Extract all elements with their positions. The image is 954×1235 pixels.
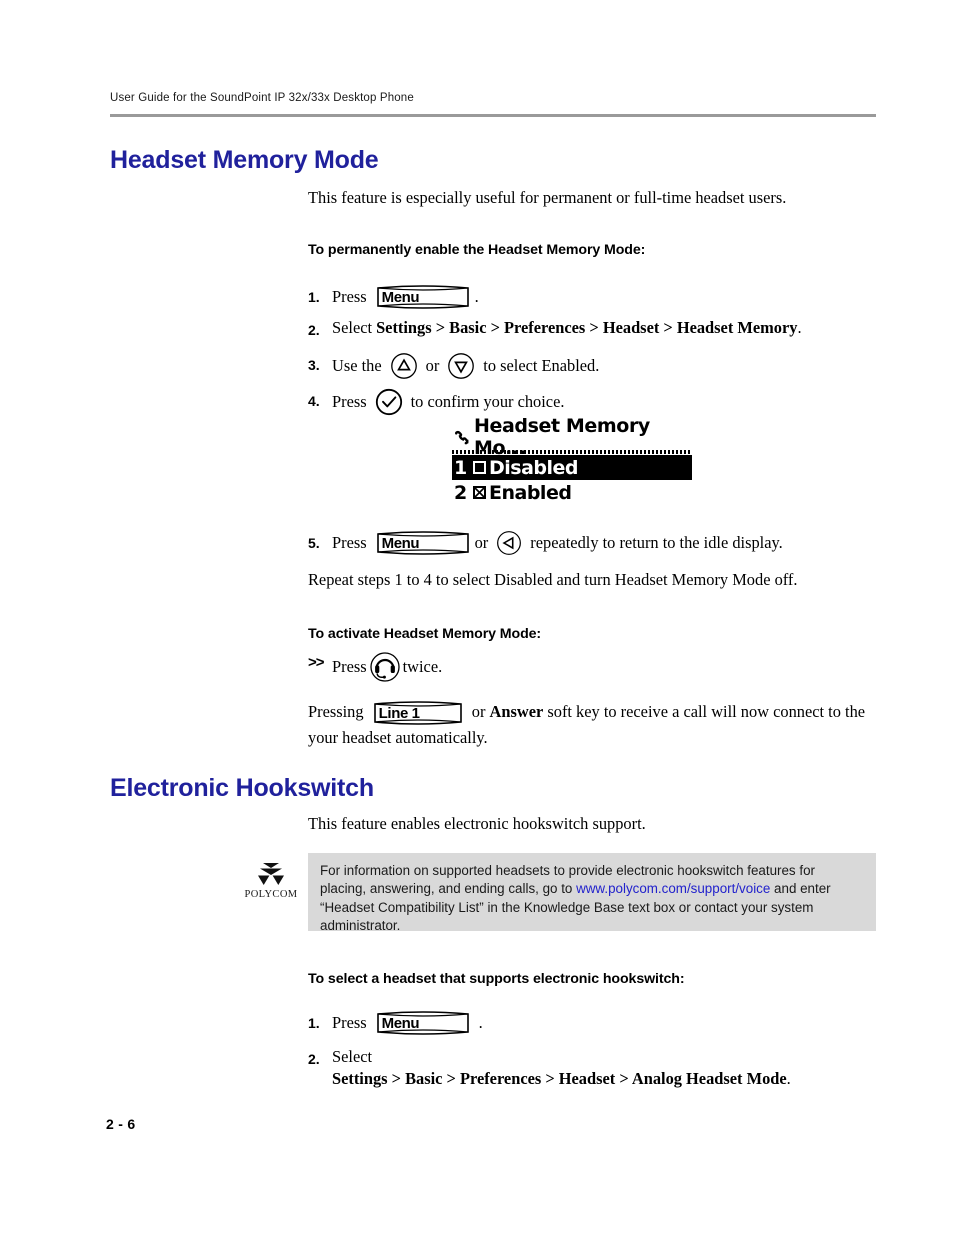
step-item: 4. Press to confirm your choice.	[308, 388, 888, 416]
note-box-text: For information on supported headsets to…	[308, 853, 876, 933]
line1-key-label: Line 1	[378, 705, 420, 723]
check-key-icon[interactable]	[375, 388, 403, 416]
step-text: Press	[332, 1013, 367, 1032]
step-item: 3. Use the or to select Enabled.	[308, 352, 888, 380]
menu-hard-key[interactable]: Menu	[375, 530, 471, 556]
phone-lcd-screenshot: Headset Memory Mo... 1 Disabled 2 Enable…	[452, 415, 692, 506]
step-number: 5.	[308, 535, 320, 551]
step-item: 2. Select Settings > Basic > Preferences…	[308, 1046, 828, 1090]
step-conjunction: or	[425, 356, 440, 375]
step-text-end: to confirm your choice.	[410, 392, 565, 411]
pressing-note-conjunction: or	[471, 702, 486, 721]
lcd-checked-box-icon	[469, 485, 489, 500]
menu-hard-key[interactable]: Menu	[375, 284, 471, 310]
step-item: 2. Select Settings > Basic > Preferences…	[308, 317, 888, 341]
section-title-headset-memory-mode: Headset Memory Mode	[110, 146, 379, 174]
step-text: Press	[332, 657, 367, 676]
step-text: Press	[332, 533, 367, 552]
page-number: 2 - 6	[106, 1116, 136, 1132]
menu-key-label: Menu	[381, 289, 420, 306]
step-number: 1.	[308, 1015, 320, 1031]
line1-hard-key[interactable]: Line 1	[372, 700, 464, 726]
subheading-permanently-enable: To permanently enable the Headset Memory…	[308, 242, 646, 258]
lcd-option-label: Disabled	[489, 456, 579, 479]
pressing-note-pre: Pressing	[308, 702, 364, 721]
step-number: 2.	[308, 322, 320, 338]
subheading-activate-headset-memory-mode: To activate Headset Memory Mode:	[308, 626, 542, 642]
step-text: Select	[332, 1047, 373, 1066]
menu-key-label: Menu	[381, 535, 420, 552]
headset-key-icon[interactable]	[369, 651, 401, 683]
step-text-end: .	[797, 318, 802, 337]
step-text: Select	[332, 318, 373, 337]
step-text-end: .	[478, 1013, 483, 1032]
step-item: 1. Press Menu .	[308, 284, 888, 310]
lcd-option-row[interactable]: 2 Enabled	[452, 480, 692, 505]
step-number: 1.	[308, 289, 320, 305]
header-rule	[110, 114, 876, 117]
step-number: 2.	[308, 1051, 320, 1067]
left-arrow-key-icon[interactable]	[496, 530, 522, 556]
section-title-electronic-hookswitch: Electronic Hookswitch	[110, 774, 374, 802]
section-intro-headset-memory-mode: This feature is especially useful for pe…	[308, 188, 787, 207]
section-intro-electronic-hookswitch: This feature enables electronic hookswit…	[308, 814, 646, 833]
bullet-step-item: >> Press twice.	[308, 651, 888, 683]
double-chevron-marker: >>	[308, 654, 325, 671]
step-number: 4.	[308, 393, 320, 409]
repeat-note: Repeat steps 1 to 4 to select Disabled a…	[308, 570, 798, 589]
note-callout: POLYCOM For information on supported hea…	[240, 853, 876, 933]
step-conjunction: or	[474, 533, 489, 552]
pressing-note: Pressing Line 1 or Answer soft key to re…	[308, 700, 868, 749]
step-text-end: twice.	[402, 657, 443, 676]
step-item: 1. Press Menu .	[308, 1010, 888, 1036]
menu-path: Settings > Basic > Preferences > Headset…	[332, 1069, 787, 1088]
menu-hard-key[interactable]: Menu	[375, 1010, 471, 1036]
answer-softkey-name: Answer	[489, 702, 544, 721]
step-text: Use the	[332, 356, 382, 375]
lcd-option-index: 1	[454, 456, 467, 479]
polycom-support-link[interactable]: www.polycom.com/support/voice	[576, 881, 770, 896]
step-text-end: to select Enabled.	[483, 356, 600, 375]
polycom-triangles-icon	[258, 863, 284, 885]
up-arrow-key-icon[interactable]	[390, 352, 418, 380]
handset-icon	[455, 430, 469, 445]
subheading-select-headset: To select a headset that supports electr…	[308, 971, 685, 987]
lcd-option-index: 2	[454, 481, 467, 504]
menu-key-label: Menu	[381, 1015, 420, 1032]
lcd-unchecked-box-icon	[469, 460, 489, 475]
step-text-end: repeatedly to return to the idle display…	[530, 533, 783, 552]
polycom-logo: POLYCOM	[240, 861, 302, 900]
step-number: 3.	[308, 357, 320, 373]
document-page: User Guide for the SoundPoint IP 32x/33x…	[0, 0, 954, 1235]
step-text: Press	[332, 287, 367, 306]
polycom-wordmark: POLYCOM	[244, 889, 298, 900]
lcd-title-text: Headset Memory Mo...	[474, 415, 650, 459]
down-arrow-key-icon[interactable]	[447, 352, 475, 380]
lcd-option-label: Enabled	[489, 481, 572, 504]
step-item: 5. Press Menu or repeatedly to return to…	[308, 530, 888, 556]
running-header: User Guide for the SoundPoint IP 32x/33x…	[110, 92, 414, 104]
step-text-end: .	[786, 1069, 791, 1088]
menu-path: Settings > Basic > Preferences > Headset…	[376, 318, 798, 337]
step-text-end: .	[474, 287, 479, 306]
step-text: Press	[332, 392, 367, 411]
lcd-title-bar: Headset Memory Mo...	[452, 415, 692, 459]
